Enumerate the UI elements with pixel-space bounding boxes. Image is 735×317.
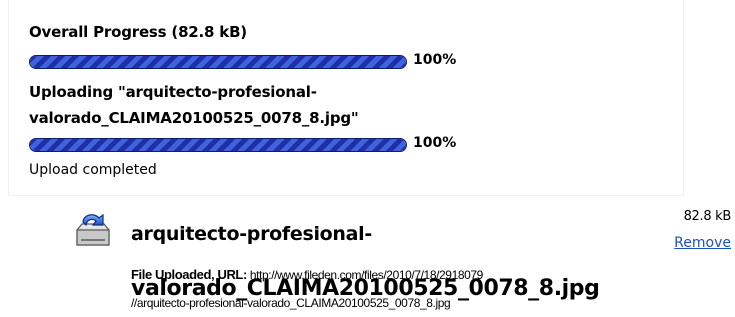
uploaded-file-size: 82.8 kB: [683, 209, 732, 224]
file-progress-bar: [29, 138, 407, 152]
upload-status-text: Upload completed: [29, 162, 157, 178]
file-progress-percent: 100%: [413, 135, 457, 151]
overall-progress-fill: [30, 56, 406, 68]
overall-progress-percent: 100%: [413, 52, 457, 68]
file-url-part1: http://www.fileden.com/files/2010/7/18/2…: [249, 268, 484, 282]
file-url-line: File Uploaded, URL: http://www.fileden.c…: [131, 267, 484, 283]
file-upload-icon: [74, 212, 112, 248]
current-file-uploading-text: Uploading "arquitecto-profesional-valora…: [29, 83, 359, 127]
file-url-label: File Uploaded, URL:: [131, 267, 247, 282]
file-progress-fill: [30, 139, 406, 151]
overall-progress-bar: [29, 55, 407, 69]
overall-progress-title: Overall Progress (82.8 kB): [29, 23, 247, 41]
uploaded-file-name: arquitecto-profesional-: [131, 223, 372, 245]
remove-link[interactable]: Remove: [674, 235, 731, 251]
file-url-part2: //arquitecto-profesional-valorado_CLAIMA…: [131, 296, 451, 310]
